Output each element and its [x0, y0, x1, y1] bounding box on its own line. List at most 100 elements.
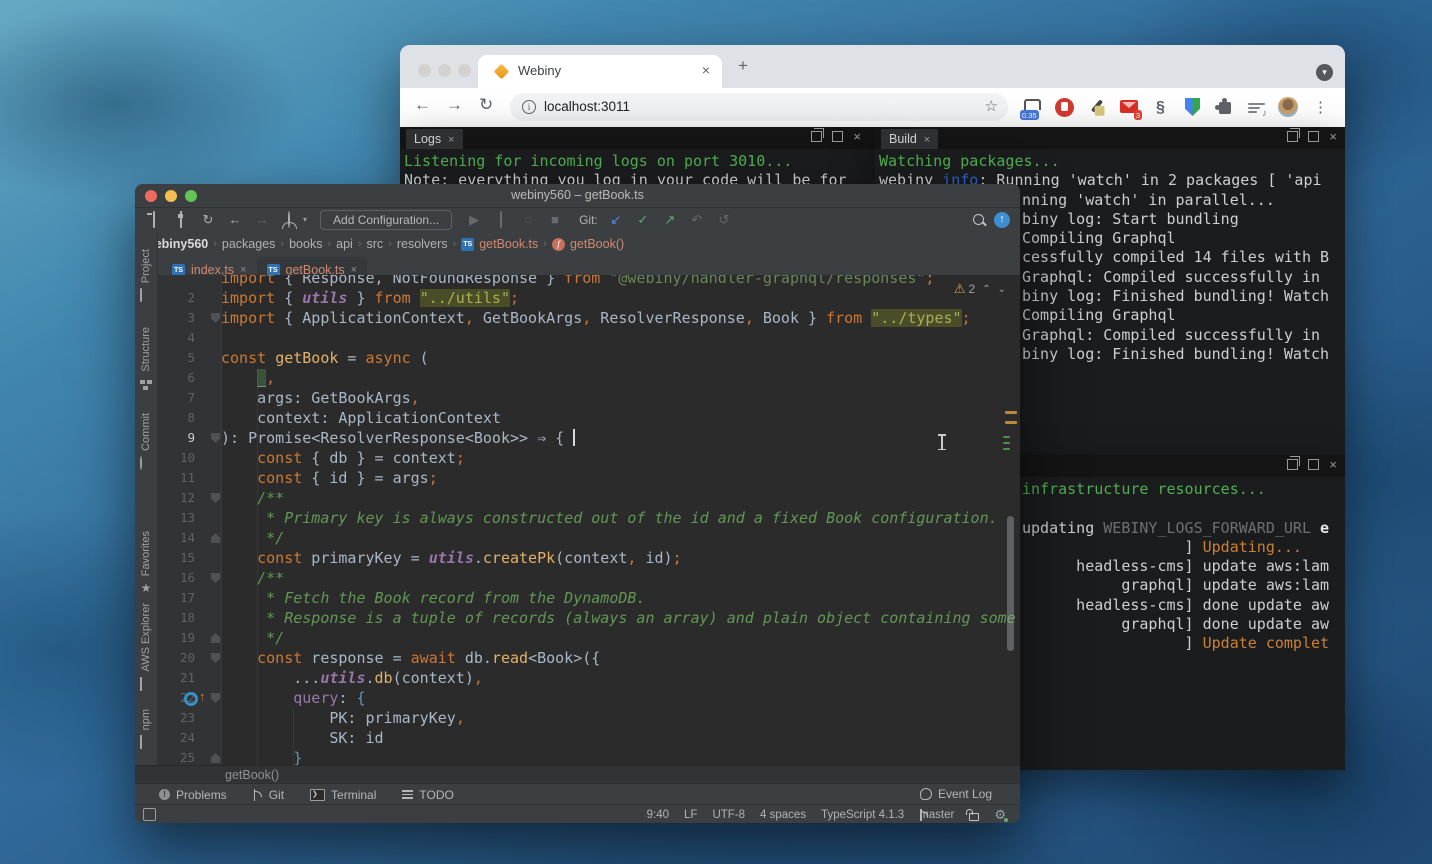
url-text[interactable]: localhost:3011	[544, 99, 630, 114]
close-icon[interactable]: ×	[1329, 132, 1337, 141]
sidebar-item-npm[interactable]: npm	[135, 709, 157, 749]
open-folder-icon[interactable]	[145, 212, 163, 228]
menu-dots-icon[interactable]: ⋮	[1310, 97, 1331, 118]
user-icon[interactable]	[280, 212, 298, 228]
sidebar-item-project[interactable]: Project	[135, 249, 157, 302]
address-bar[interactable]: i localhost:3011 ☆	[510, 93, 1008, 121]
close-icon[interactable]: ×	[853, 132, 861, 141]
save-all-icon[interactable]	[172, 212, 190, 228]
debug-bug-icon[interactable]	[492, 212, 510, 228]
code-line-20[interactable]: 20 const response = await db.read<Book>(…	[157, 648, 1020, 668]
next-warning-icon[interactable]: ⌄	[998, 284, 1006, 295]
window-zoom-button[interactable]	[458, 64, 471, 77]
code-line-23[interactable]: 23 PK: primaryKey,	[157, 708, 1020, 728]
code-line-13[interactable]: 13 * Primary key is always constructed o…	[157, 508, 1020, 528]
search-icon[interactable]	[973, 214, 984, 225]
code-line-8[interactable]: 8 context: ApplicationContext	[157, 408, 1020, 428]
code-line-17[interactable]: 17 * Fetch the Book record from the Dyna…	[157, 588, 1020, 608]
breadcrumb-item[interactable]: src	[366, 237, 383, 251]
forward-button[interactable]: →	[446, 95, 463, 115]
reload-button[interactable]: ↻	[479, 95, 493, 115]
profile-icon[interactable]: ◌	[519, 212, 537, 228]
code-line-19[interactable]: 19 */	[157, 628, 1020, 648]
ide-titlebar[interactable]: webiny560 – getBook.ts	[135, 184, 1020, 208]
tool-window-switcher-icon[interactable]	[143, 808, 156, 821]
window-minimize-button[interactable]	[438, 64, 451, 77]
breadcrumb-item[interactable]: getBook()	[570, 237, 624, 251]
code-line-1[interactable]: import { Response, NotFoundResponse } fr…	[157, 275, 1020, 288]
maximize-icon[interactable]	[1308, 131, 1319, 142]
git-rollback-icon[interactable]: ↶	[688, 212, 706, 228]
toolwindow-button-git[interactable]: Git	[253, 788, 284, 802]
code-line-18[interactable]: 18 * Response is a tuple of records (alw…	[157, 608, 1020, 628]
fold-marker-icon[interactable]	[211, 693, 220, 703]
code-line-24[interactable]: 24 SK: id	[157, 728, 1020, 748]
warning-mark[interactable]	[1005, 421, 1017, 424]
lock-open-icon[interactable]	[969, 813, 979, 821]
code-line-6[interactable]: 6 _,	[157, 368, 1020, 388]
git-update-icon[interactable]: ↙	[607, 212, 625, 228]
window-minimize-button[interactable]	[165, 190, 177, 202]
code-line-14[interactable]: 14 */	[157, 528, 1020, 548]
code-line-22[interactable]: 22↑ query: {	[157, 688, 1020, 708]
new-tab-button[interactable]: +	[738, 56, 748, 76]
code-line-7[interactable]: 7 args: GetBookArgs,	[157, 388, 1020, 408]
playlist-icon[interactable]	[1246, 97, 1267, 118]
scale-extension-icon[interactable]: 0.35	[1022, 97, 1043, 118]
restore-icon[interactable]	[1287, 131, 1298, 142]
tab-close-icon[interactable]: ×	[702, 62, 710, 78]
maximize-icon[interactable]	[1308, 459, 1319, 470]
tab-overflow-button[interactable]: ▾	[1316, 64, 1333, 81]
code-line-9[interactable]: 9): Promise<ResolverResponse<Book>> ⇒ {	[157, 428, 1020, 448]
code-line-15[interactable]: 15 const primaryKey = utils.createPk(con…	[157, 548, 1020, 568]
fold-marker-icon[interactable]	[211, 573, 220, 583]
inspections-gear-icon[interactable]: ⚙	[994, 808, 1006, 821]
logs-tab[interactable]: Logs×	[406, 129, 463, 149]
fold-marker-icon[interactable]	[211, 633, 220, 643]
status-item[interactable]: LF	[684, 809, 697, 821]
restore-icon[interactable]	[811, 131, 822, 142]
sidebar-item-aws-explorer[interactable]: AWS Explorer	[135, 603, 157, 691]
git-push-icon[interactable]: ↗	[661, 212, 679, 228]
code-line-5[interactable]: 5const getBook = async (	[157, 348, 1020, 368]
code-line-11[interactable]: 11 const { id } = args;	[157, 468, 1020, 488]
fold-marker-icon[interactable]	[211, 533, 220, 543]
toolwindow-button-terminal[interactable]: ❯Terminal	[310, 788, 376, 802]
code-line-2[interactable]: 2import { utils } from "../utils";	[157, 288, 1020, 308]
status-item[interactable]: 9:40	[647, 809, 669, 821]
fold-marker-icon[interactable]	[211, 313, 220, 323]
close-icon[interactable]: ×	[1329, 460, 1337, 469]
stop-icon[interactable]: ■	[546, 212, 564, 228]
window-zoom-button[interactable]	[185, 190, 197, 202]
sidebar-item-favorites[interactable]: Favorites★	[135, 531, 157, 595]
code-line-25[interactable]: 25 }	[157, 748, 1020, 765]
status-item[interactable]: UTF-8	[712, 809, 745, 821]
fold-marker-icon[interactable]	[211, 493, 220, 503]
build-tab-close-icon[interactable]: ×	[924, 134, 930, 146]
restore-icon[interactable]	[1287, 459, 1298, 470]
git-branch-widget[interactable]: master	[919, 809, 954, 821]
code-line-4[interactable]: 4	[157, 328, 1020, 348]
breadcrumb-item[interactable]: books	[289, 237, 322, 251]
eyedropper-icon[interactable]	[1086, 97, 1107, 118]
window-close-button[interactable]	[145, 190, 157, 202]
adblock-hand-icon[interactable]	[1054, 97, 1075, 118]
mail-icon[interactable]: 3	[1118, 97, 1139, 118]
warning-mark[interactable]	[1005, 411, 1017, 414]
toolwindow-button-todo[interactable]: TODO	[402, 788, 453, 802]
editor-scrollbar[interactable]	[1007, 516, 1014, 651]
status-item[interactable]: 4 spaces	[760, 809, 806, 821]
back-button[interactable]: ←	[414, 95, 431, 115]
add-configuration-button[interactable]: Add Configuration...	[320, 210, 452, 230]
prev-warning-icon[interactable]: ⌃	[982, 284, 990, 295]
update-notification-icon[interactable]: ↑	[994, 212, 1010, 228]
code-line-10[interactable]: 10 const { db } = context;	[157, 448, 1020, 468]
breadcrumb-item[interactable]: api	[336, 237, 353, 251]
breadcrumb-item[interactable]: getBook.ts	[479, 237, 538, 251]
site-info-icon[interactable]: i	[522, 100, 536, 114]
inspections-widget[interactable]: ⚠2 ⌃ ⌄	[954, 281, 1006, 297]
sidebar-item-structure[interactable]: Structure	[135, 327, 157, 391]
code-line-16[interactable]: 16 /**	[157, 568, 1020, 588]
fold-marker-icon[interactable]	[211, 653, 220, 663]
logs-tab-close-icon[interactable]: ×	[448, 134, 454, 146]
